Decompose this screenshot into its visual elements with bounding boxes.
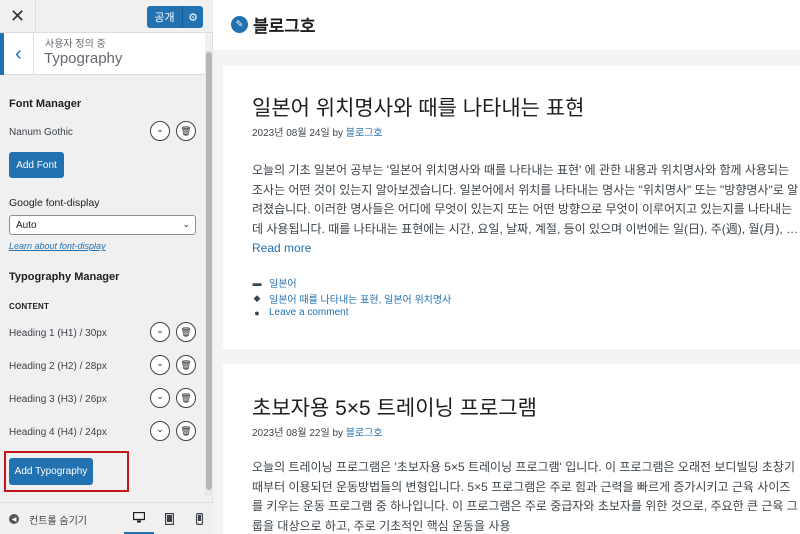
font-display-label: Google font-display <box>9 197 100 209</box>
typography-delete-button[interactable]: 🗑 <box>176 388 196 408</box>
post-category-row: ▬ 일본어 <box>252 275 297 291</box>
publish-settings-button[interactable]: ⚙ <box>182 6 203 28</box>
typography-delete-button[interactable]: 🗑 <box>176 355 196 375</box>
typography-expand-button[interactable]: ⌄ <box>150 322 170 342</box>
preview-mobile-button[interactable] <box>184 503 214 534</box>
preview-desktop-button[interactable] <box>124 503 154 534</box>
typography-delete-button[interactable]: 🗑 <box>176 421 196 441</box>
customizer-footer: ◀ 컨트롤 숨기기 <box>0 502 213 534</box>
tablet-icon <box>164 513 174 525</box>
add-font-button[interactable]: Add Font <box>9 152 64 178</box>
post-card: 일본어 위치명사와 때를 나타내는 표현 2023년 08월 24일 by 블로… <box>223 66 800 349</box>
section-title: Typography <box>44 50 123 67</box>
trash-icon: 🗑 <box>180 326 192 337</box>
customizer-panel: ✕ 공개 ⚙ ‹ 사용자 정의 중 Typography Font Manage… <box>0 0 213 534</box>
chevron-down-icon: ⌄ <box>156 423 164 434</box>
typography-delete-button[interactable]: 🗑 <box>176 322 196 342</box>
typography-expand-button[interactable]: ⌄ <box>150 421 170 441</box>
mobile-icon <box>195 513 203 525</box>
site-title[interactable]: 블로그호 <box>253 12 316 37</box>
post-author-link[interactable]: 블로그호 <box>346 128 383 139</box>
font-display-select[interactable]: Auto ⌄ <box>9 215 196 235</box>
typography-item-label: Heading 1 (H1) / 30px <box>9 328 107 339</box>
post-date: 2023년 08월 22일 <box>252 428 330 439</box>
post-title[interactable]: 일본어 위치명사와 때를 나타내는 표현 <box>252 92 584 122</box>
gear-icon: ⚙ <box>188 11 198 24</box>
preview-tablet-button[interactable] <box>154 503 184 534</box>
post-excerpt: 오늘의 트레이닝 프로그램은 '초보자용 5×5 트레이닝 프로그램' 입니다.… <box>252 460 798 533</box>
chevron-down-icon: ⌄ <box>156 123 164 134</box>
back-button[interactable]: ‹ <box>0 33 34 75</box>
chevron-left-icon: ‹ <box>15 43 22 65</box>
typography-item-label: Heading 2 (H2) / 28px <box>9 361 107 372</box>
font-display-value: Auto <box>16 219 37 231</box>
font-expand-button[interactable]: ⌄ <box>150 121 170 141</box>
post-tags-row: ◆ 일본어 때를 나타내는 표현, 일본어 위치명사 <box>252 291 452 306</box>
leave-comment-link[interactable]: Leave a comment <box>269 307 349 318</box>
post-date: 2023년 08월 24일 <box>252 128 330 139</box>
tag-icon: ◆ <box>253 293 261 303</box>
chevron-down-icon: ⌄ <box>156 324 164 335</box>
hide-controls-button[interactable]: 컨트롤 숨기기 <box>29 512 87 527</box>
folder-icon: ▬ <box>252 277 262 288</box>
tags-link[interactable]: 일본어 때를 나타내는 표현, 일본어 위치명사 <box>269 291 451 306</box>
typography-expand-button[interactable]: ⌄ <box>150 355 170 375</box>
publish-button[interactable]: 공개 <box>147 6 182 28</box>
font-name: Nanum Gothic <box>9 127 73 138</box>
trash-icon: 🗑 <box>180 392 192 403</box>
trash-icon: 🗑 <box>180 125 192 136</box>
panel-scrollbar[interactable] <box>205 50 213 496</box>
scrollbar-thumb[interactable] <box>206 52 212 490</box>
post-by: by <box>332 428 343 439</box>
breadcrumb: 사용자 정의 중 <box>45 39 106 50</box>
trash-icon: 🗑 <box>180 425 192 436</box>
post-card: 초보자용 5×5 트레이닝 프로그램 2023년 08월 22일 by 블로그호… <box>223 364 800 534</box>
post-by: by <box>332 128 343 139</box>
customizer-topbar: ✕ 공개 ⚙ <box>0 0 213 33</box>
post-excerpt: 오늘의 기초 일본어 공부는 '일본어 위치명사와 때를 나타내는 표현' 에 … <box>252 161 800 259</box>
chevron-down-icon: ⌄ <box>156 390 164 401</box>
font-delete-button[interactable]: 🗑 <box>176 121 196 141</box>
collapse-icon[interactable]: ◀ <box>9 514 19 524</box>
typography-manager-heading: Typography Manager <box>9 271 120 283</box>
close-customizer-button[interactable]: ✕ <box>0 0 36 33</box>
desktop-icon <box>133 512 145 523</box>
excerpt-text: 오늘의 기초 일본어 공부는 '일본어 위치명사와 때를 나타내는 표현' 에 … <box>252 163 799 236</box>
category-link[interactable]: 일본어 <box>269 275 297 290</box>
post-author-link[interactable]: 블로그호 <box>346 428 383 439</box>
post-meta: 2023년 08월 22일 by 블로그호 <box>252 424 383 439</box>
content-group-label: CONTENT <box>9 302 50 311</box>
learn-font-display-link[interactable]: Learn about font-display <box>9 241 106 251</box>
typography-expand-button[interactable]: ⌄ <box>150 388 170 408</box>
edit-shortcut-icon[interactable]: ✎ <box>231 16 248 33</box>
site-preview: ✎ 블로그호 일본어 위치명사와 때를 나타내는 표현 2023년 08월 24… <box>213 0 800 534</box>
post-meta: 2023년 08월 24일 by 블로그호 <box>252 124 383 139</box>
typography-item-label: Heading 3 (H3) / 26px <box>9 394 107 405</box>
highlight-box <box>4 451 129 492</box>
comment-icon: ● <box>254 307 260 318</box>
trash-icon: 🗑 <box>180 359 192 370</box>
section-header: ‹ 사용자 정의 중 Typography <box>0 33 205 75</box>
post-comment-row: ● Leave a comment <box>252 307 349 318</box>
publish-button-group: 공개 ⚙ <box>147 6 203 28</box>
read-more-link[interactable]: Read more <box>252 241 311 255</box>
site-header: ✎ 블로그호 <box>213 0 800 50</box>
close-icon: ✕ <box>9 6 26 26</box>
chevron-down-icon: ⌄ <box>156 357 164 368</box>
chevron-down-icon: ⌄ <box>182 219 190 229</box>
typography-item-label: Heading 4 (H4) / 24px <box>9 427 107 438</box>
post-title[interactable]: 초보자용 5×5 트레이닝 프로그램 <box>252 392 537 422</box>
font-manager-heading: Font Manager <box>9 98 82 110</box>
